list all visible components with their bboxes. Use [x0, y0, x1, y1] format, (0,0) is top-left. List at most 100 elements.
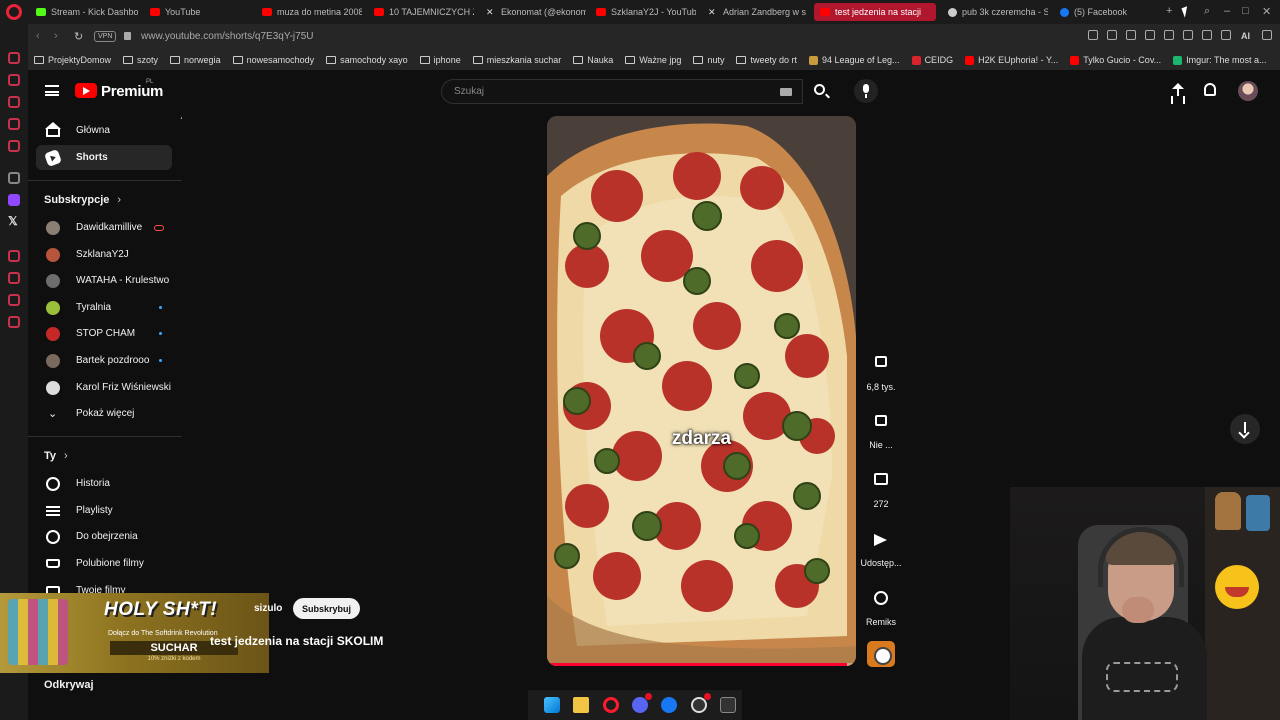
comments-button[interactable]: 272	[860, 465, 902, 509]
tab-facebook[interactable]: (5) Facebook	[1054, 3, 1150, 21]
bookmark-link[interactable]: Tylko Gucio - Cov...	[1070, 55, 1161, 65]
bookmark-folder[interactable]: nowesamochody	[232, 55, 314, 65]
upload-icon[interactable]	[1171, 83, 1185, 99]
lock-icon[interactable]	[124, 32, 131, 40]
url-field[interactable]: www.youtube.com/shorts/q7E3qY-j75U	[141, 31, 314, 42]
subscriptions-heading[interactable]: Subskrypcje ›	[44, 194, 121, 206]
explore-heading[interactable]: Odkrywaj ▼	[44, 679, 182, 691]
wallet-icon[interactable]	[1202, 30, 1212, 40]
guide-item-shorts[interactable]: Shorts	[36, 145, 172, 170]
subscribe-button[interactable]: Subskrybuj	[293, 598, 360, 619]
video-progress-bar[interactable]	[547, 663, 856, 666]
sidebar-ai-icon[interactable]	[8, 172, 20, 184]
guide-item-liked[interactable]: Polubione filmy	[36, 551, 172, 576]
sidebar-item-dawidkamillive[interactable]: Dawidkamillive	[36, 215, 172, 240]
bookmark-link[interactable]: Imgur: The most a...	[1173, 55, 1267, 65]
bookmark-folder[interactable]: samochody xayo	[326, 55, 408, 65]
bookmark-link[interactable]: 94 League of Leg...	[808, 55, 900, 65]
like-button[interactable]: 6,8 tys.	[860, 348, 902, 392]
sidebar-app-icon[interactable]	[8, 118, 20, 130]
sidebar-twitch-icon[interactable]	[8, 194, 20, 206]
opera-gx-icon[interactable]	[603, 697, 619, 713]
sidebar-app-icon[interactable]	[8, 272, 20, 284]
bookmark-folder[interactable]: Nauka	[573, 55, 613, 65]
voice-search-mic-icon[interactable]	[854, 79, 878, 103]
menu-icon[interactable]	[1262, 30, 1272, 40]
tab-kick[interactable]: Stream - Kick Dashbo	[30, 3, 138, 21]
next-short-button[interactable]	[1230, 414, 1260, 444]
guide-item-playlists[interactable]: Playlisty	[36, 498, 172, 523]
extensions-icon[interactable]	[1183, 30, 1193, 40]
short-title[interactable]: test jedzenia na stacji SKOLIM	[210, 634, 383, 648]
search-button[interactable]	[803, 79, 839, 104]
share-button[interactable]: Udostęp...	[860, 524, 902, 568]
forward-icon[interactable]: ›	[54, 30, 58, 42]
bookmark-link[interactable]: CEIDG	[911, 55, 953, 65]
dislike-button[interactable]: Nie ...	[860, 406, 902, 450]
bookmark-folder[interactable]: nuty	[693, 55, 724, 65]
back-icon[interactable]: ‹	[36, 30, 40, 42]
youtube-logo-icon[interactable]	[75, 83, 97, 98]
opera-logo-icon[interactable]	[6, 4, 22, 20]
notifications-bell-icon[interactable]	[1204, 83, 1216, 96]
search-tabs-icon[interactable]: ⌕	[1204, 5, 1210, 18]
sidebar-x-icon[interactable]: 𝕏	[8, 214, 18, 228]
sidebar-item-karol-friz[interactable]: Karol Friz Wiśniewski	[36, 375, 172, 400]
shorts-video-player[interactable]: zdarza	[547, 116, 856, 666]
channel-name[interactable]: sizulo	[254, 603, 282, 614]
youtube-premium-wordmark[interactable]: Premium	[101, 83, 163, 100]
you-heading[interactable]: Ty ›	[44, 450, 68, 462]
guide-item-watch-later[interactable]: Do obejrzenia	[36, 524, 172, 549]
windows-start-icon[interactable]	[544, 697, 560, 713]
guide-item-home[interactable]: Główna	[36, 118, 172, 143]
sidebar-app-icon[interactable]	[8, 294, 20, 306]
bookmark-folder[interactable]: iphone	[419, 55, 461, 65]
sidebar-item-szklanay2j[interactable]: SzklanaY2J	[36, 242, 172, 267]
vpn-badge[interactable]: VPN	[94, 31, 117, 42]
terminal-icon[interactable]	[720, 697, 736, 713]
bookmark-folder[interactable]: tweety do rt	[736, 55, 797, 65]
new-tab-icon[interactable]: +	[1166, 5, 1172, 17]
show-more-button[interactable]: ⌄ Pokaż więcej	[36, 401, 172, 426]
sidebar-app-icon[interactable]	[8, 52, 20, 64]
hamburger-menu-icon[interactable]	[45, 85, 59, 96]
sidebar-item-wataha[interactable]: WATAHA - Krulestwo	[36, 268, 172, 293]
download-icon[interactable]	[1221, 30, 1231, 40]
search-input[interactable]	[454, 86, 754, 97]
player-icon[interactable]	[1145, 30, 1155, 40]
bookmark-folder[interactable]: Ważne jpg	[625, 55, 681, 65]
sidebar-settings-icon[interactable]	[8, 316, 20, 328]
tab-x[interactable]: ✕ Ekonomat (@ekonom	[480, 3, 586, 21]
tab-google[interactable]: pub 3k czeremcha - S	[942, 3, 1048, 21]
close-window-icon[interactable]: ✕	[1262, 5, 1271, 18]
pin-icon[interactable]	[1088, 30, 1098, 40]
tab-youtube[interactable]: SzklanaY2J - YouTub	[590, 3, 696, 21]
snapshot-icon[interactable]	[1107, 30, 1117, 40]
tab-x[interactable]: ✕ Adrian Zandberg w s	[702, 3, 808, 21]
sidebar-app-icon[interactable]	[8, 250, 20, 262]
bookmark-folder[interactable]: mieszkania suchar	[472, 55, 561, 65]
sidebar-item-stop-cham[interactable]: STOP CHAM	[36, 321, 172, 346]
sound-thumbnail[interactable]	[867, 641, 895, 667]
remix-button[interactable]: Remiks	[860, 583, 902, 627]
keyboard-icon[interactable]	[780, 88, 792, 96]
bookmark-folder[interactable]: szoty	[123, 55, 158, 65]
guide-item-history[interactable]: Historia	[36, 471, 172, 496]
bookmark-folder[interactable]: ProjektyDomow	[34, 55, 111, 65]
bookmark-folder[interactable]: norwegia	[170, 55, 221, 65]
heart-icon[interactable]	[1164, 30, 1174, 40]
file-explorer-icon[interactable]	[573, 697, 589, 713]
tab-youtube[interactable]: YouTube	[144, 3, 244, 21]
tab-youtube[interactable]: muza do metina 2008	[256, 3, 362, 21]
sidebar-item-bartek-pozdrooo[interactable]: Bartek pozdrooo	[36, 348, 172, 373]
sidebar-app-icon[interactable]	[8, 96, 20, 108]
account-avatar[interactable]	[1238, 81, 1258, 101]
minimize-icon[interactable]: –	[1224, 5, 1230, 17]
sidebar-app-icon[interactable]	[8, 140, 20, 152]
sidebar-app-icon[interactable]	[8, 74, 20, 86]
tab-active-short[interactable]: test jedzenia na stacji	[814, 3, 936, 21]
tab-youtube[interactable]: 10 TAJEMNICZYCH Z	[368, 3, 474, 21]
guide-scroll-up-icon[interactable]: ▲	[179, 112, 182, 121]
reload-icon[interactable]: ↻	[74, 30, 83, 43]
maximize-icon[interactable]: □	[1242, 5, 1249, 17]
